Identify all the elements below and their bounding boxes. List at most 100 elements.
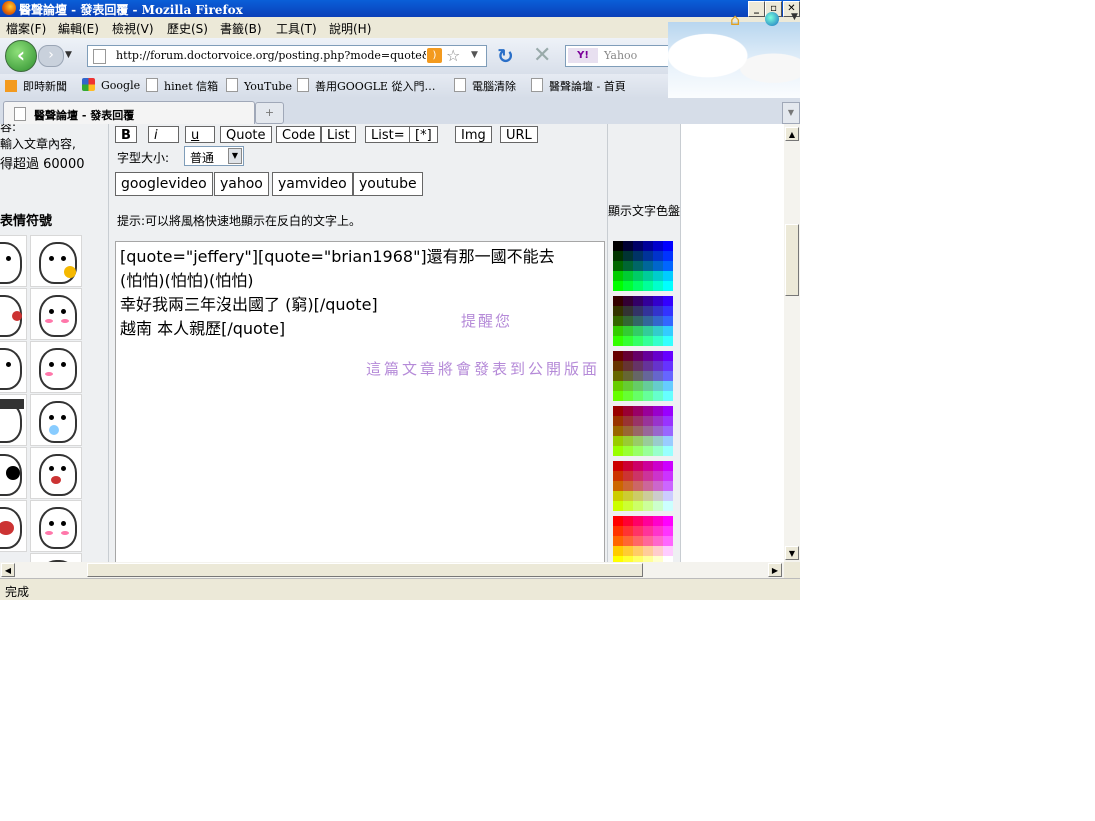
menu-edit[interactable]: 編輯(E) (58, 20, 99, 37)
color-swatch[interactable] (653, 526, 663, 536)
color-swatch[interactable] (643, 491, 653, 501)
color-swatch[interactable] (653, 296, 663, 306)
smiley-icon[interactable] (0, 235, 27, 287)
color-swatch[interactable] (633, 501, 643, 511)
color-swatch[interactable] (653, 491, 663, 501)
color-swatch[interactable] (613, 461, 623, 471)
color-swatch[interactable] (623, 416, 633, 426)
color-swatch[interactable] (633, 481, 643, 491)
color-swatch[interactable] (663, 281, 673, 291)
color-swatch[interactable] (653, 471, 663, 481)
stop-icon[interactable]: ✕ (533, 43, 551, 68)
color-swatch[interactable] (613, 281, 623, 291)
color-swatch[interactable] (643, 251, 653, 261)
color-swatch[interactable] (633, 446, 643, 456)
color-swatch[interactable] (613, 251, 623, 261)
color-swatch[interactable] (633, 296, 643, 306)
horizontal-scroll-thumb[interactable] (87, 563, 643, 577)
color-palette[interactable] (613, 241, 673, 562)
color-swatch[interactable] (623, 471, 633, 481)
color-swatch[interactable] (633, 281, 643, 291)
color-swatch[interactable] (643, 416, 653, 426)
color-swatch[interactable] (653, 271, 663, 281)
bookmark-star-icon[interactable]: ☆ (446, 46, 460, 65)
quote-button[interactable]: Quote (220, 126, 272, 143)
color-swatch[interactable] (643, 351, 653, 361)
color-swatch[interactable] (613, 471, 623, 481)
code-button[interactable]: Code (276, 126, 322, 143)
rss-feed-icon[interactable]: ) (427, 48, 442, 63)
color-swatch[interactable] (623, 406, 633, 416)
smiley-icon[interactable] (30, 553, 82, 562)
color-swatch[interactable] (663, 241, 673, 251)
color-swatch[interactable] (663, 501, 673, 511)
color-swatch[interactable] (643, 261, 653, 271)
color-swatch[interactable] (613, 241, 623, 251)
menu-tools[interactable]: 工具(T) (276, 20, 317, 37)
color-swatch[interactable] (633, 251, 643, 261)
new-tab-button[interactable]: + (255, 102, 284, 124)
color-swatch[interactable] (643, 271, 653, 281)
color-swatch[interactable] (663, 251, 673, 261)
color-swatch[interactable] (643, 381, 653, 391)
color-swatch[interactable] (623, 381, 633, 391)
minimize-button[interactable]: _ (748, 1, 765, 17)
home-icon[interactable]: ⌂ (730, 10, 748, 29)
font-size-select[interactable]: 普通 ▼ (184, 146, 244, 166)
smiley-icon[interactable] (0, 447, 27, 499)
color-swatch[interactable] (623, 316, 633, 326)
bookmark-google-guide[interactable]: 善用GOOGLE 從入門… (297, 78, 435, 94)
color-swatch[interactable] (663, 326, 673, 336)
color-swatch[interactable] (633, 351, 643, 361)
color-swatch[interactable] (613, 481, 623, 491)
color-swatch[interactable] (653, 536, 663, 546)
color-swatch[interactable] (613, 361, 623, 371)
color-swatch[interactable] (663, 351, 673, 361)
color-swatch[interactable] (623, 326, 633, 336)
color-swatch[interactable] (643, 391, 653, 401)
color-swatch[interactable] (613, 491, 623, 501)
color-swatch[interactable] (623, 271, 633, 281)
color-swatch[interactable] (623, 526, 633, 536)
bookmark-pc-clean[interactable]: 電腦清除 (454, 78, 516, 94)
color-swatch[interactable] (623, 336, 633, 346)
bookmark-news[interactable]: 即時新聞 (5, 78, 67, 94)
yahoo-engine-icon[interactable]: Y! (568, 48, 598, 63)
color-swatch[interactable] (663, 406, 673, 416)
color-swatch[interactable] (643, 426, 653, 436)
image-button[interactable]: Img (455, 126, 492, 143)
color-swatch[interactable] (633, 391, 643, 401)
color-swatch[interactable] (613, 501, 623, 511)
reload-icon[interactable]: ↻ (497, 44, 514, 68)
color-swatch[interactable] (613, 426, 623, 436)
color-swatch[interactable] (663, 491, 673, 501)
color-swatch[interactable] (663, 461, 673, 471)
color-swatch[interactable] (663, 316, 673, 326)
color-swatch[interactable] (633, 306, 643, 316)
color-swatch[interactable] (623, 516, 633, 526)
color-swatch[interactable] (613, 371, 623, 381)
color-swatch[interactable] (643, 481, 653, 491)
color-swatch[interactable] (613, 306, 623, 316)
color-swatch[interactable] (623, 371, 633, 381)
color-swatch[interactable] (663, 416, 673, 426)
color-swatch[interactable] (663, 371, 673, 381)
color-swatch[interactable] (653, 336, 663, 346)
color-swatch[interactable] (633, 471, 643, 481)
color-swatch[interactable] (653, 426, 663, 436)
color-swatch[interactable] (623, 481, 633, 491)
color-swatch[interactable] (643, 336, 653, 346)
color-swatch[interactable] (653, 351, 663, 361)
yahoo-video-button[interactable]: yahoo (214, 172, 269, 196)
horizontal-scrollbar[interactable]: ◀ ▶ (0, 562, 784, 578)
color-swatch[interactable] (613, 446, 623, 456)
color-swatch[interactable] (633, 436, 643, 446)
color-swatch[interactable] (653, 316, 663, 326)
color-swatch[interactable] (623, 296, 633, 306)
color-swatch[interactable] (653, 306, 663, 316)
color-swatch[interactable] (653, 546, 663, 556)
vertical-scrollbar[interactable]: ▲ ▼ (784, 124, 800, 562)
scroll-right-icon[interactable]: ▶ (768, 563, 782, 577)
color-swatch[interactable] (633, 271, 643, 281)
url-dropdown-icon[interactable]: ▼ (471, 50, 478, 60)
